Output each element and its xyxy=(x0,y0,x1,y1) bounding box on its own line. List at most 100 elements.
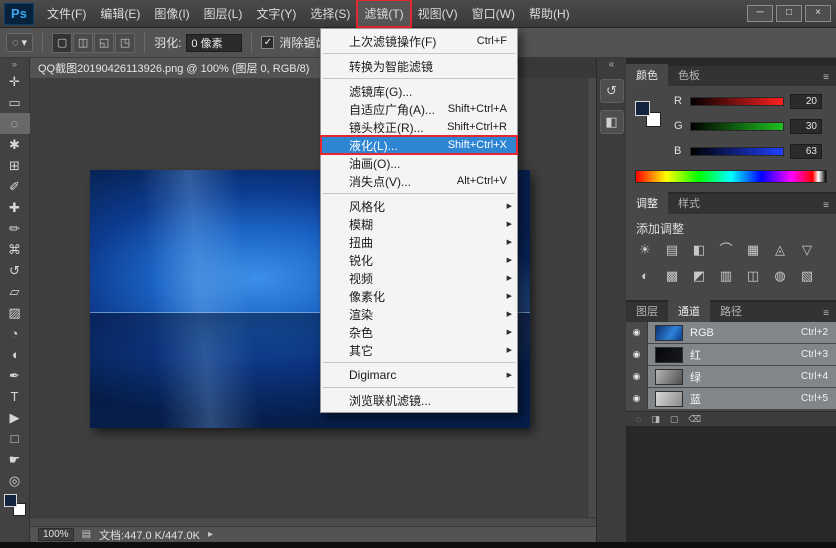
zoom-tool[interactable]: ◎ xyxy=(0,470,30,491)
tab-layers[interactable]: 图层 xyxy=(626,300,668,322)
healing-brush-tool[interactable]: ✚ xyxy=(0,197,30,218)
panel-menu-icon[interactable]: ≡ xyxy=(816,197,836,214)
menubar-item-select[interactable]: 选择(S) xyxy=(303,0,357,27)
new-channel-icon[interactable]: ▢ xyxy=(670,414,679,425)
visibility-toggle[interactable]: ◉ xyxy=(626,388,648,409)
channel-mixer-icon[interactable]: ◩ xyxy=(690,267,708,284)
menu-item-noise[interactable]: 杂色 ▶ xyxy=(321,323,517,341)
history-panel-icon[interactable]: ↺ xyxy=(600,79,624,103)
menubar-item-file[interactable]: 文件(F) xyxy=(40,0,93,27)
horizontal-scrollbar[interactable] xyxy=(30,517,596,526)
minimize-button[interactable]: ─ xyxy=(747,5,773,22)
history-brush-tool[interactable]: ↺ xyxy=(0,260,30,281)
hue-saturation-icon[interactable]: ◬ xyxy=(771,241,789,258)
menubar-item-layer[interactable]: 图层(L) xyxy=(197,0,250,27)
subtract-selection-button[interactable]: ◱ xyxy=(94,33,114,53)
shape-tool[interactable]: □ xyxy=(0,428,30,449)
color-swatches[interactable] xyxy=(4,494,26,516)
visibility-toggle[interactable]: ◉ xyxy=(626,344,648,365)
brightness-contrast-icon[interactable]: ☀ xyxy=(636,241,654,258)
black-white-icon[interactable]: ◐ xyxy=(636,267,654,284)
menu-item-stylize[interactable]: 风格化 ▶ xyxy=(321,197,517,215)
gradient-tool[interactable]: ▨ xyxy=(0,302,30,323)
curves-icon[interactable]: ◧ xyxy=(690,241,708,258)
menubar-item-view[interactable]: 视图(V) xyxy=(411,0,465,27)
visibility-toggle[interactable]: ◉ xyxy=(626,322,648,343)
menu-item-oil-paint[interactable]: 油画(O)... xyxy=(321,154,517,172)
crop-tool[interactable]: ⊞ xyxy=(0,155,30,176)
panel-menu-icon[interactable]: ≡ xyxy=(816,305,836,322)
clone-stamp-tool[interactable]: ⌘ xyxy=(0,239,30,260)
red-slider[interactable] xyxy=(690,97,784,106)
color-lookup-icon[interactable]: ▥ xyxy=(717,267,735,284)
color-balance-icon[interactable]: ▽ xyxy=(798,241,816,258)
channel-row-blue[interactable]: ◉ 蓝 Ctrl+5 xyxy=(626,388,836,410)
feather-input[interactable] xyxy=(186,34,242,52)
menu-item-convert-smart-filters[interactable]: 转换为智能滤镜 xyxy=(321,57,517,75)
threshold-icon[interactable]: ▧ xyxy=(798,267,816,284)
menubar-item-filter[interactable]: 滤镜(T) xyxy=(357,0,410,27)
tab-styles[interactable]: 样式 xyxy=(668,192,710,214)
menu-item-liquify[interactable]: 液化(L)... Shift+Ctrl+X xyxy=(321,136,517,154)
tab-paths[interactable]: 路径 xyxy=(710,300,752,322)
eraser-tool[interactable]: ▱ xyxy=(0,281,30,302)
menubar-item-edit[interactable]: 编辑(E) xyxy=(93,0,147,27)
dodge-tool[interactable]: ◖ xyxy=(0,344,30,365)
properties-panel-icon[interactable]: ◧ xyxy=(600,110,624,134)
menu-item-last-filter[interactable]: 上次滤镜操作(F) Ctrl+F xyxy=(321,32,517,50)
tool-preset-picker[interactable]: ◌ ▾ xyxy=(6,33,33,52)
menu-item-vanishing-point[interactable]: 消失点(V)... Alt+Ctrl+V xyxy=(321,172,517,190)
photo-filter-icon[interactable]: ▩ xyxy=(663,267,681,284)
move-tool[interactable]: ✛ xyxy=(0,71,30,92)
invert-icon[interactable]: ◫ xyxy=(744,267,762,284)
quick-selection-tool[interactable]: ✱ xyxy=(0,134,30,155)
menu-item-lens-correction[interactable]: 镜头校正(R)... Shift+Ctrl+R xyxy=(321,118,517,136)
brush-tool[interactable]: ✏ xyxy=(0,218,30,239)
menu-item-video[interactable]: 视频 ▶ xyxy=(321,269,517,287)
vertical-scrollbar[interactable] xyxy=(587,78,596,526)
menu-item-other[interactable]: 其它 ▶ xyxy=(321,341,517,359)
new-selection-button[interactable]: ▢ xyxy=(52,33,72,53)
panel-menu-icon[interactable]: ≡ xyxy=(816,69,836,86)
menu-item-adaptive-wide-angle[interactable]: 自适应广角(A)... Shift+Ctrl+A xyxy=(321,100,517,118)
blue-slider[interactable] xyxy=(690,147,784,156)
menubar-item-image[interactable]: 图像(I) xyxy=(147,0,196,27)
tab-channels[interactable]: 通道 xyxy=(668,300,710,322)
channel-row-red[interactable]: ◉ 红 Ctrl+3 xyxy=(626,344,836,366)
menubar-item-window[interactable]: 窗口(W) xyxy=(465,0,522,27)
dock-collapse-icon[interactable]: « xyxy=(609,58,615,72)
levels-icon[interactable]: ▤ xyxy=(663,241,681,258)
tab-adjustments[interactable]: 调整 xyxy=(626,192,668,214)
close-button[interactable]: × xyxy=(805,5,831,22)
type-tool[interactable]: T xyxy=(0,386,30,407)
lasso-tool[interactable]: ◌ xyxy=(0,113,30,134)
green-value-field[interactable]: 30 xyxy=(790,119,822,134)
blur-tool[interactable]: ◔ xyxy=(0,323,30,344)
delete-channel-icon[interactable]: ⌫ xyxy=(688,414,701,425)
zoom-level-field[interactable]: 100% xyxy=(38,528,74,541)
menu-item-filter-gallery[interactable]: 滤镜库(G)... xyxy=(321,82,517,100)
panel-color-swatches[interactable] xyxy=(635,101,661,127)
red-value-field[interactable]: 20 xyxy=(790,94,822,109)
menu-item-distort[interactable]: 扭曲 ▶ xyxy=(321,233,517,251)
antialias-checkbox[interactable]: ✓ xyxy=(261,36,274,49)
posterize-icon[interactable]: ◍ xyxy=(771,267,789,284)
exposure-icon[interactable]: ⌒ xyxy=(717,241,735,258)
pen-tool[interactable]: ✒ xyxy=(0,365,30,386)
green-slider[interactable] xyxy=(690,122,784,131)
menu-item-browse-filters-online[interactable]: 浏览联机滤镜... xyxy=(321,391,517,409)
rectangular-marquee-tool[interactable]: ▭ xyxy=(0,92,30,113)
load-selection-icon[interactable]: ◌ xyxy=(636,414,641,424)
toolbox-collapse-icon[interactable]: » xyxy=(12,58,17,71)
menubar-item-help[interactable]: 帮助(H) xyxy=(522,0,577,27)
color-spectrum-bar[interactable] xyxy=(635,170,827,183)
status-arrow-icon[interactable]: ▸ xyxy=(208,529,213,540)
menu-item-blur[interactable]: 模糊 ▶ xyxy=(321,215,517,233)
channel-row-rgb[interactable]: ◉ RGB Ctrl+2 xyxy=(626,322,836,344)
menubar-item-type[interactable]: 文字(Y) xyxy=(249,0,303,27)
maximize-button[interactable]: □ xyxy=(776,5,802,22)
tab-color[interactable]: 颜色 xyxy=(626,64,668,86)
visibility-toggle[interactable]: ◉ xyxy=(626,366,648,387)
hand-tool[interactable]: ☛ xyxy=(0,449,30,470)
foreground-color-swatch[interactable] xyxy=(635,101,650,116)
